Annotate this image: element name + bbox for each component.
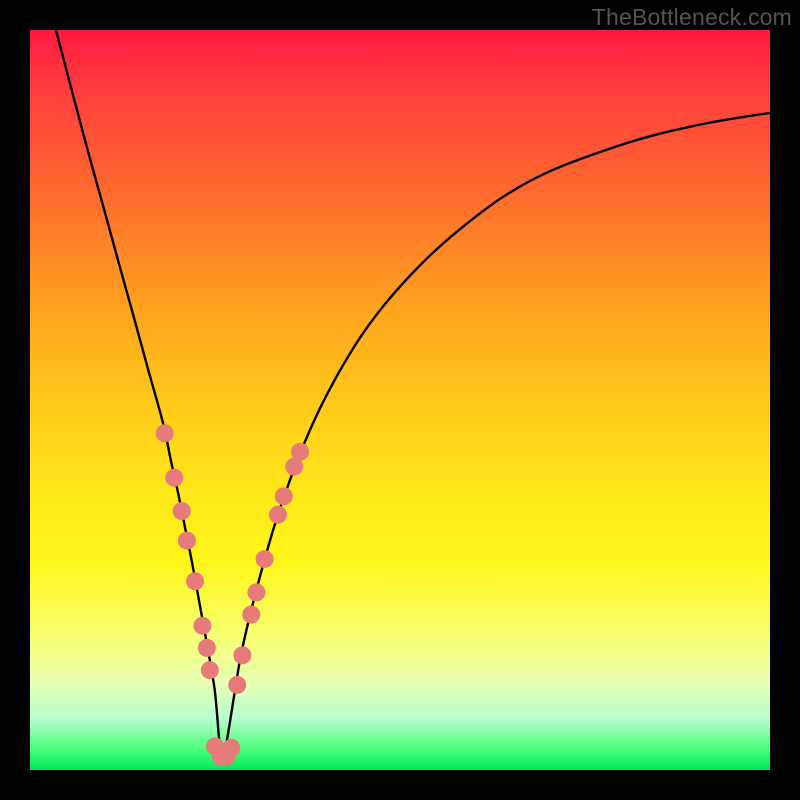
data-dot: [165, 469, 183, 487]
bottleneck-curve: [56, 30, 770, 758]
watermark-text: TheBottleneck.com: [592, 4, 792, 31]
data-dot: [275, 487, 293, 505]
data-dots: [156, 424, 309, 765]
data-dot: [178, 532, 196, 550]
data-dot: [228, 676, 246, 694]
data-dot: [233, 646, 251, 664]
data-dot: [186, 572, 204, 590]
data-dot: [269, 506, 287, 524]
curve-svg: [30, 30, 770, 770]
data-dot: [156, 424, 174, 442]
data-dot: [247, 583, 265, 601]
data-dot: [201, 661, 219, 679]
data-dot: [256, 550, 274, 568]
data-dot: [193, 617, 211, 635]
data-dot: [173, 502, 191, 520]
chart-container: TheBottleneck.com: [0, 0, 800, 800]
data-dot: [291, 443, 309, 461]
data-dot: [242, 606, 260, 624]
data-dot: [198, 639, 216, 657]
data-dot: [222, 739, 240, 757]
plot-area: [30, 30, 770, 770]
